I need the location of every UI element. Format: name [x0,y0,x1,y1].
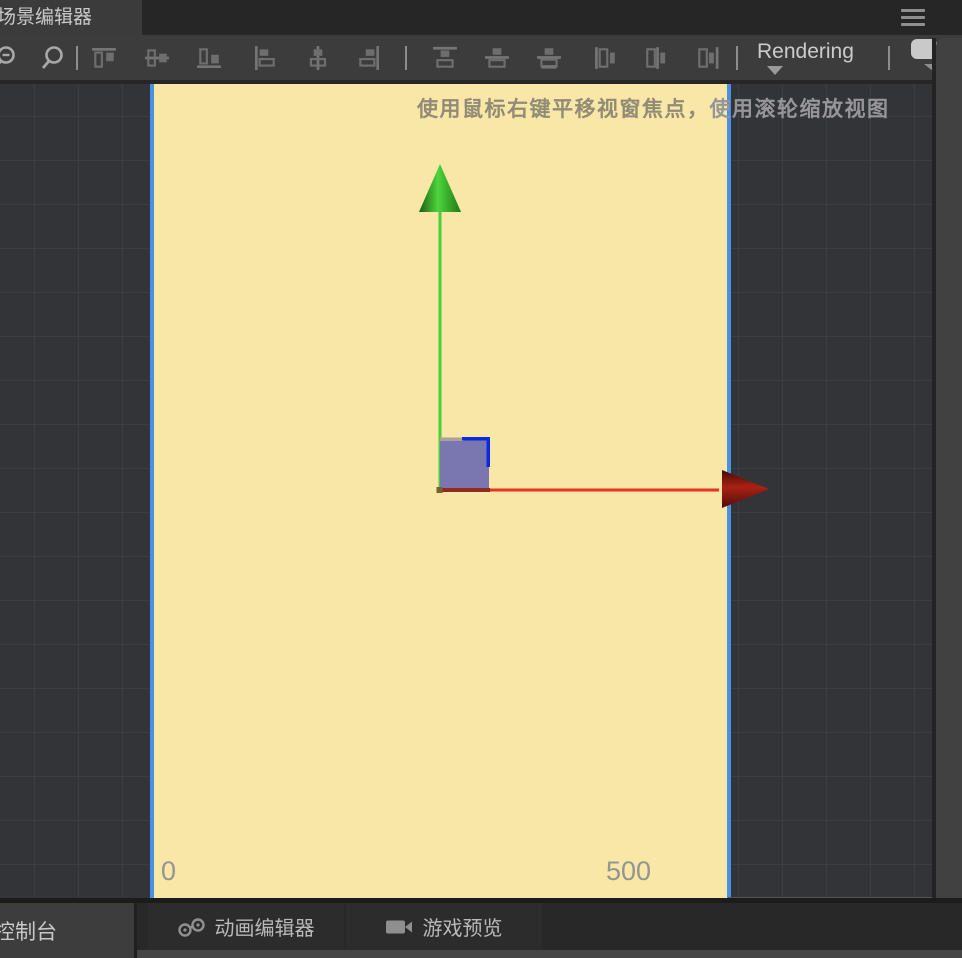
align-top-icon[interactable] [89,35,119,80]
tab-scene-editor[interactable]: 场景编辑器 [0,0,142,35]
game-preview-camera-icon [385,920,412,933]
distribute-vcenter-icon[interactable] [482,35,512,80]
distribute-hcenter-icon[interactable] [642,35,672,80]
toolbar-separator [736,46,738,70]
design-canvas[interactable] [150,84,731,898]
rendering-label: Rendering [757,40,854,63]
top-tab-bar: 场景编辑器 [0,0,962,35]
distribute-right-icon[interactable] [694,35,724,80]
hamburger-icon[interactable] [901,9,925,27]
zoom-in-icon[interactable] [38,35,68,80]
distribute-bottom-icon[interactable] [534,35,564,80]
align-bottom-icon[interactable] [194,35,224,80]
tab-console[interactable]: 控制台 [0,903,137,958]
scene-editor-window: 场景编辑器 Rendering 使用鼠标右键平移视窗焦点，使用滚轮缩放视图 0 … [0,0,962,958]
align-center-icon[interactable] [303,35,333,80]
right-panel-edge [936,38,962,901]
tab-animation-editor[interactable]: 动画编辑器 [148,903,344,950]
tab-animation-editor-label: 动画编辑器 [214,918,315,940]
chevron-down-icon [767,66,783,75]
scene-toolbar: Rendering [0,35,962,80]
tab-game-preview[interactable]: 游戏预览 [346,903,542,950]
toolbar-separator [76,46,78,70]
toolbar-separator [888,46,890,70]
tab-scene-editor-label: 场景编辑器 [0,7,93,28]
viewport-hint-text: 使用鼠标右键平移视窗焦点，使用滚轮缩放视图 [417,93,890,123]
tab-console-label: 控制台 [0,920,57,944]
align-right-icon[interactable] [354,35,384,80]
align-middle-icon[interactable] [142,35,172,80]
bottom-tab-bar: 控制台 动画编辑器 游戏预览 [0,898,962,958]
console-panel-edge [0,950,962,958]
hint-zoom-text: 使用滚轮缩放视图 [709,98,890,121]
distribute-top-icon[interactable] [430,35,460,80]
distribute-left-icon[interactable] [589,35,619,80]
toolbar-separator [405,46,407,70]
zoom-out-icon[interactable] [0,35,20,80]
ruler-end-label: 500 [606,856,652,886]
hint-pan-text: 使用鼠标右键平移视窗焦点， [417,98,710,121]
animation-icon [177,917,205,937]
rendering-dropdown[interactable]: Rendering [757,37,854,75]
ruler-origin-label: 0 [161,856,177,886]
align-left-icon[interactable] [250,35,280,80]
scene-viewport[interactable]: 使用鼠标右键平移视窗焦点，使用滚轮缩放视图 0 500 [0,84,962,900]
tab-game-preview-label: 游戏预览 [422,918,503,940]
